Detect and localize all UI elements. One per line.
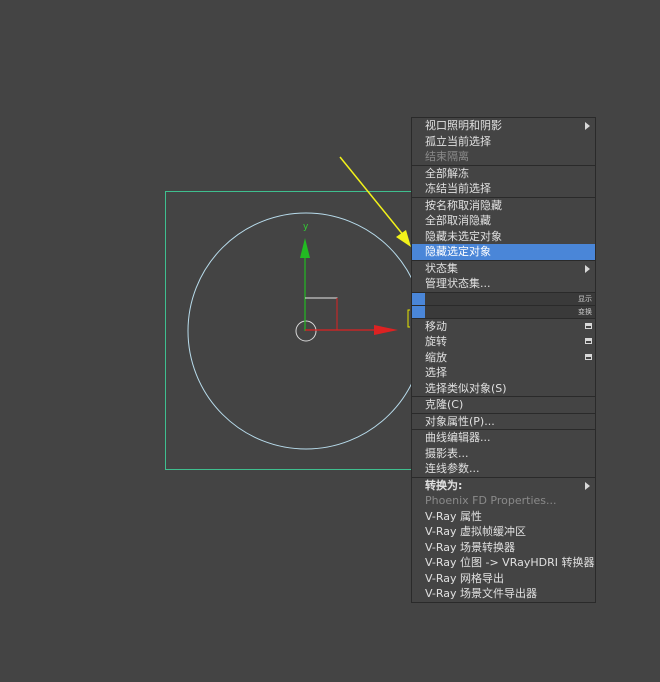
menu-item-label: 隐藏选定对象 — [425, 245, 491, 258]
menu-item-12[interactable]: 旋转 — [412, 334, 595, 350]
x-axis-arrowhead — [374, 325, 398, 335]
menu-item-label: 缩放 — [425, 350, 447, 364]
menu-item-label: 选择类似对象(S) — [425, 381, 507, 395]
menu-item-label: 克隆(C) — [425, 398, 464, 411]
annotation-arrow-head — [396, 230, 411, 247]
y-axis-arrowhead — [300, 238, 310, 258]
menu-item-21[interactable]: 转换为: — [412, 478, 595, 494]
submenu-arrow-icon — [585, 481, 590, 490]
menu-item-label: 按名称取消隐藏 — [425, 198, 502, 212]
menu-item-v-ray-28[interactable]: V-Ray 场景文件导出器 — [412, 586, 595, 602]
quad-label-transform: 变换 — [578, 307, 592, 316]
pivot-circle — [295, 320, 317, 342]
menu-item-9[interactable]: 状态集 — [412, 261, 595, 277]
menu-item-4[interactable]: 冻结当前选择 — [412, 181, 595, 197]
quad-swatch — [412, 305, 425, 318]
quad-swatch — [412, 292, 425, 305]
menu-item-label: V-Ray 位图 -> VRayHDRI 转换器 — [425, 556, 595, 569]
settings-box-icon[interactable] — [585, 338, 592, 344]
quad-context-menu[interactable]: 视口照明和阴影 孤立当前选择 结束隔离全部解冻冻结当前选择 按名称取消隐藏 全部取消隐藏… — [411, 117, 596, 603]
menu-item-label: 转换为: — [425, 478, 463, 492]
gizmo-plane-yellow — [305, 297, 338, 330]
menu-item-label: V-Ray 属性 — [425, 509, 482, 523]
menu-item-label: 全部解冻 — [425, 166, 469, 180]
quad-header-display[interactable]: 显示 — [412, 291, 595, 305]
submenu-arrow-icon — [585, 122, 590, 130]
menu-item-phoenix-fd-properties-22: Phoenix FD Properties... — [412, 493, 595, 509]
menu-item-label: 隐藏未选定对象 — [425, 229, 502, 243]
menu-item-5[interactable]: 按名称取消隐藏 — [412, 198, 595, 214]
menu-item-8[interactable]: 隐藏选定对象 — [412, 244, 595, 260]
menu-item-label: 旋转 — [425, 335, 447, 348]
menu-item-label: V-Ray 场景文件导出器 — [425, 587, 537, 600]
menu-item-0[interactable]: 视口照明和阴影 — [412, 118, 595, 134]
submenu-arrow-icon — [585, 264, 590, 273]
settings-box-icon[interactable] — [585, 353, 592, 360]
annotation-arrow-line — [339, 156, 405, 237]
menu-item-19[interactable]: 摄影表... — [412, 446, 595, 462]
menu-item-v-ray-24[interactable]: V-Ray 虚拟帧缓冲区 — [412, 524, 595, 540]
menu-item-1[interactable]: 孤立当前选择 — [412, 134, 595, 150]
menu-item-label: 摄影表... — [425, 446, 469, 460]
menu-item-p-17[interactable]: 对象属性(P)... — [412, 414, 595, 430]
menu-item-label: 孤立当前选择 — [425, 134, 491, 148]
menu-item-label: 选择 — [425, 366, 447, 379]
menu-item-v-ray-vrayhdri-26[interactable]: V-Ray 位图 -> VRayHDRI 转换器 — [412, 555, 595, 571]
menu-item-label: 视口照明和阴影 — [425, 119, 502, 132]
menu-item-label: 冻结当前选择 — [425, 182, 491, 195]
menu-item-label: 全部取消隐藏 — [425, 214, 491, 227]
quad-label-display: 显示 — [578, 294, 592, 303]
settings-box-icon[interactable] — [585, 322, 592, 329]
gizmo-bracket — [407, 309, 410, 328]
menu-item-11[interactable]: 移动 — [412, 319, 595, 335]
menu-item-s-15[interactable]: 选择类似对象(S) — [412, 381, 595, 397]
menu-item-18[interactable]: 曲线编辑器... — [412, 430, 595, 446]
menu-item-label: 连线参数... — [425, 462, 480, 475]
menu-item-v-ray-25[interactable]: V-Ray 场景转换器 — [412, 540, 595, 556]
menu-item-label: V-Ray 场景转换器 — [425, 540, 515, 554]
quad-header-transform[interactable]: 变换 — [412, 304, 595, 318]
menu-item-label: 移动 — [425, 319, 447, 333]
y-axis-label: y — [303, 222, 309, 232]
menu-item-7[interactable]: 隐藏未选定对象 — [412, 229, 595, 245]
menu-item-label: 结束隔离 — [425, 150, 469, 163]
menu-item-3[interactable]: 全部解冻 — [412, 166, 595, 182]
menu-item-label: 对象属性(P)... — [425, 414, 495, 428]
menu-item-v-ray-27[interactable]: V-Ray 网格导出 — [412, 571, 595, 587]
menu-item-14[interactable]: 选择 — [412, 365, 595, 381]
menu-item-13[interactable]: 缩放 — [412, 350, 595, 366]
menu-item-20[interactable]: 连线参数... — [412, 461, 595, 477]
menu-item-label: 管理状态集... — [425, 277, 491, 290]
menu-item-label: V-Ray 虚拟帧缓冲区 — [425, 525, 526, 538]
menu-item-label: 状态集 — [425, 261, 458, 275]
menu-item-label: V-Ray 网格导出 — [425, 571, 504, 585]
menu-item-c-16[interactable]: 克隆(C) — [412, 397, 595, 413]
menu-item-6[interactable]: 全部取消隐藏 — [412, 213, 595, 229]
menu-item-10[interactable]: 管理状态集... — [412, 276, 595, 292]
menu-item-label: 曲线编辑器... — [425, 431, 491, 444]
menu-item-label: Phoenix FD Properties... — [425, 494, 557, 507]
menu-item-2: 结束隔离 — [412, 149, 595, 165]
menu-item-v-ray-23[interactable]: V-Ray 属性 — [412, 509, 595, 525]
